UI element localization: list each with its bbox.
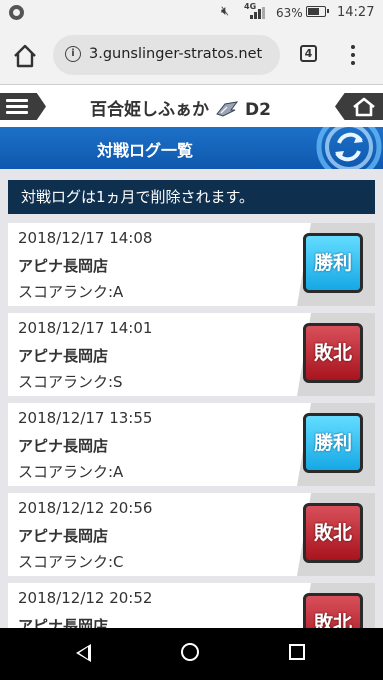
log-datetime: 2018/12/17 14:08 [18,229,153,247]
log-datetime: 2018/12/17 13:55 [18,409,153,427]
game-header: 百合姫しふぁか D2 [0,85,383,127]
log-score-rank: スコアランク:A [18,283,124,301]
battle-log-card[interactable]: 2018/12/17 14:08 アピナ長岡店 スコアランク:A 勝利 [8,223,375,306]
log-datetime: 2018/12/12 20:56 [18,499,153,517]
log-store: アピナ長岡店 [18,437,109,455]
result-badge[interactable]: 敗北 [303,503,363,563]
battery-percent: 63% [276,6,303,20]
result-badge[interactable]: 勝利 [303,233,363,293]
result-badge[interactable]: 勝利 [303,413,363,473]
log-score-rank: スコアランク:S [18,373,123,391]
battle-log-card[interactable]: 2018/12/17 14:01 アピナ長岡店 スコアランク:S 敗北 [8,313,375,396]
page-title-bar: 対戦ログ一覧 [0,127,383,169]
log-store: アピナ長岡店 [18,527,109,545]
browser-toolbar: i 3.gunslinger-stratos.net 4 [0,26,383,85]
rank-emblem-icon [216,101,239,117]
home-icon[interactable] [12,43,38,69]
battle-log-card[interactable]: 2018/12/12 20:56 アピナ長岡店 スコアランク:C 敗北 [8,493,375,576]
retention-notice: 対戦ログは1ヵ月で削除されます。 [8,180,375,214]
signal-icon [250,7,265,19]
mute-icon: 🔇︎ [221,4,230,19]
log-store: アピナ長岡店 [18,347,109,365]
back-icon[interactable] [76,644,91,662]
battery-icon [306,6,329,17]
page-title: 対戦ログ一覧 [96,141,193,160]
log-score-rank: スコアランク:C [18,553,124,571]
home-icon[interactable] [335,93,383,120]
url-text[interactable]: 3.gunslinger-stratos.net [89,46,262,62]
system-nav-bar [0,628,383,680]
tab-switcher-icon[interactable]: 4 [300,45,317,62]
log-datetime: 2018/12/17 14:01 [18,319,153,337]
player-name: 百合姫しふぁか [90,100,209,120]
address-bar[interactable]: i 3.gunslinger-stratos.net [53,35,280,75]
status-bar: 🔇︎ 4G 63% 14:27 [0,0,383,26]
status-clock: 14:27 [337,5,375,20]
more-menu-icon[interactable] [345,43,361,67]
log-store: アピナ長岡店 [18,257,109,275]
info-icon[interactable]: i [65,46,81,62]
log-score-rank: スコアランク:A [18,463,124,481]
battle-log-card[interactable]: 2018/12/17 13:55 アピナ長岡店 スコアランク:A 勝利 [8,403,375,486]
refresh-emblem-icon[interactable] [303,127,383,169]
app-notification-icon [9,5,24,20]
player-rank: D2 [245,100,271,120]
result-badge[interactable]: 敗北 [303,323,363,383]
home-circle-icon[interactable] [181,643,199,661]
log-datetime: 2018/12/12 20:52 [18,589,153,607]
player-title: 百合姫しふぁか D2 [90,95,271,120]
hamburger-menu-icon[interactable] [0,93,46,120]
recent-apps-icon[interactable] [289,644,305,660]
